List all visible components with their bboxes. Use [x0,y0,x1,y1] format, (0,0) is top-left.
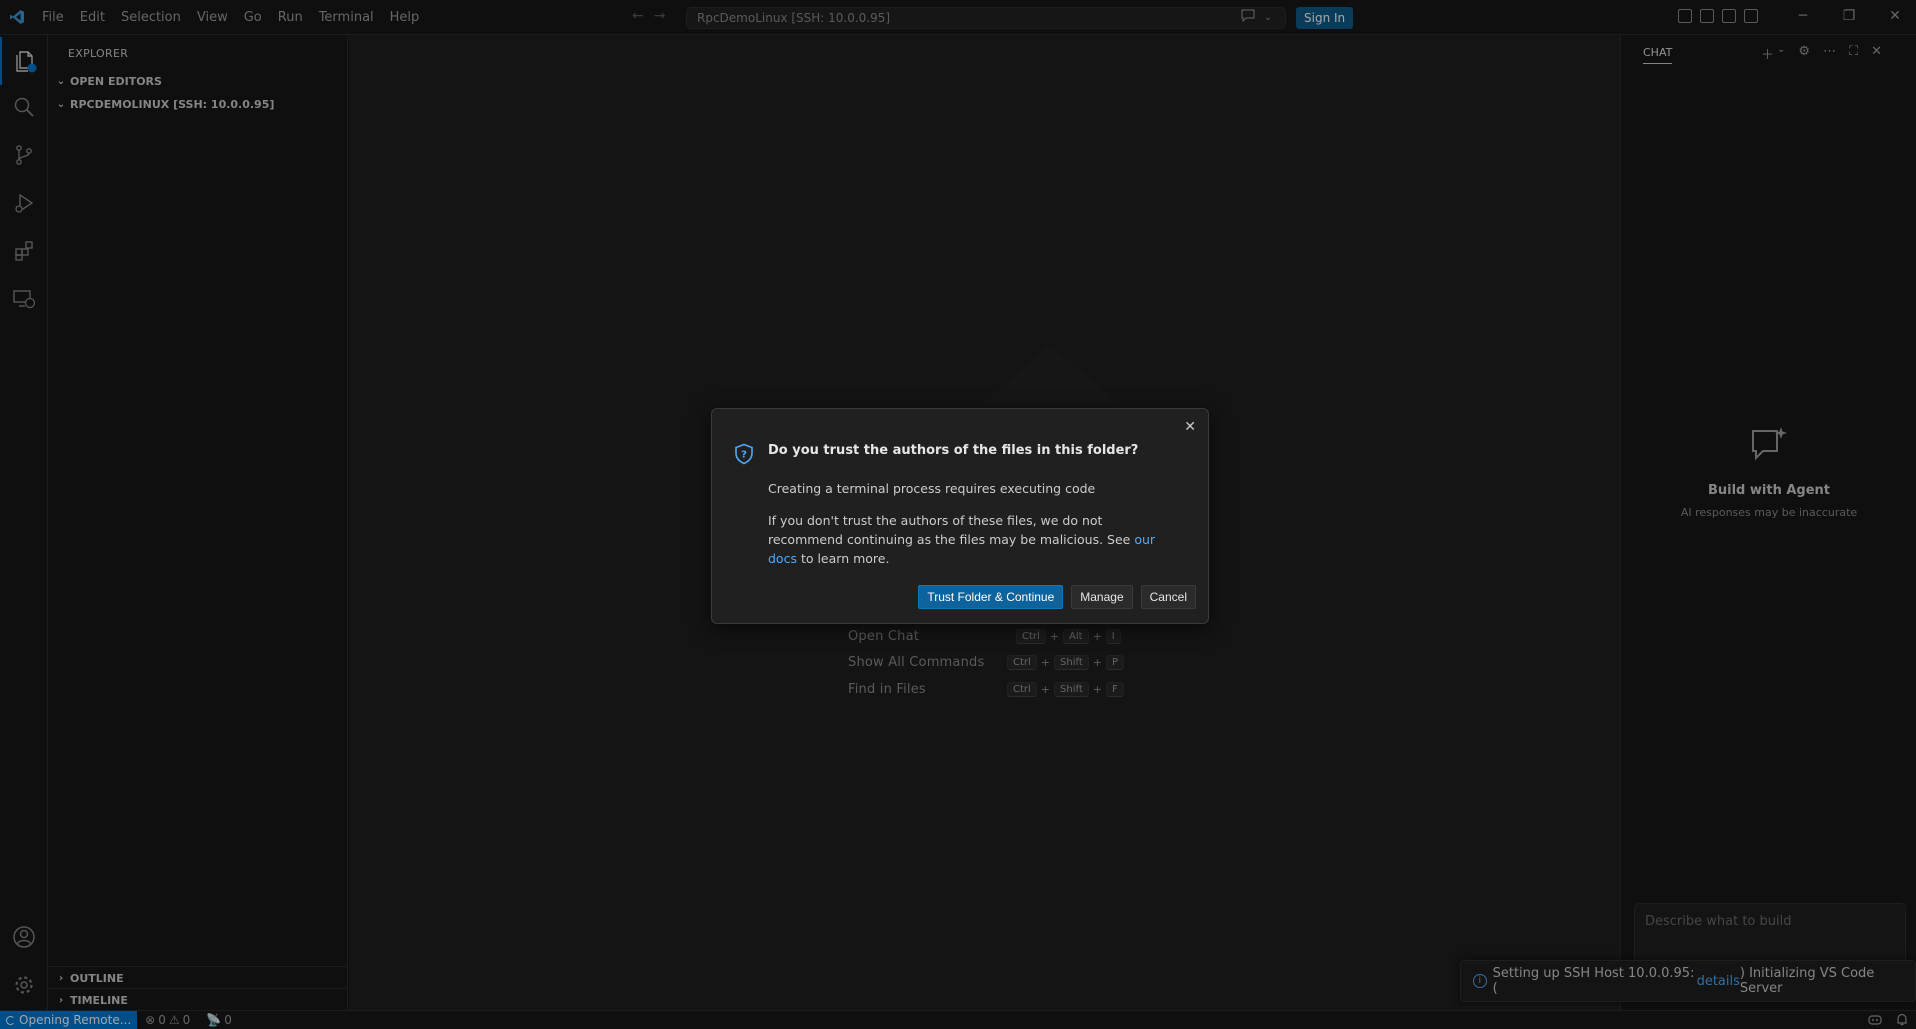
dialog-message: Creating a terminal process requires exe… [768,481,1096,496]
workspace-trust-dialog: ✕ ? Do you trust the authors of the file… [711,408,1209,624]
dialog-title: Do you trust the authors of the files in… [768,443,1139,458]
dialog-detail-end: to learn more. [796,551,890,566]
dialog-detail-text: If you don't trust the authors of these … [768,513,1135,547]
trust-folder-button[interactable]: Trust Folder & Continue [918,585,1064,609]
manage-button[interactable]: Manage [1071,585,1133,609]
close-icon[interactable]: ✕ [1184,419,1196,435]
dialog-buttons: Trust Folder & Continue Manage Cancel [918,585,1196,609]
dialog-detail: If you don't trust the authors of these … [768,511,1178,568]
shield-icon: ? [734,443,754,469]
cancel-button[interactable]: Cancel [1140,585,1196,609]
svg-text:?: ? [741,450,747,461]
